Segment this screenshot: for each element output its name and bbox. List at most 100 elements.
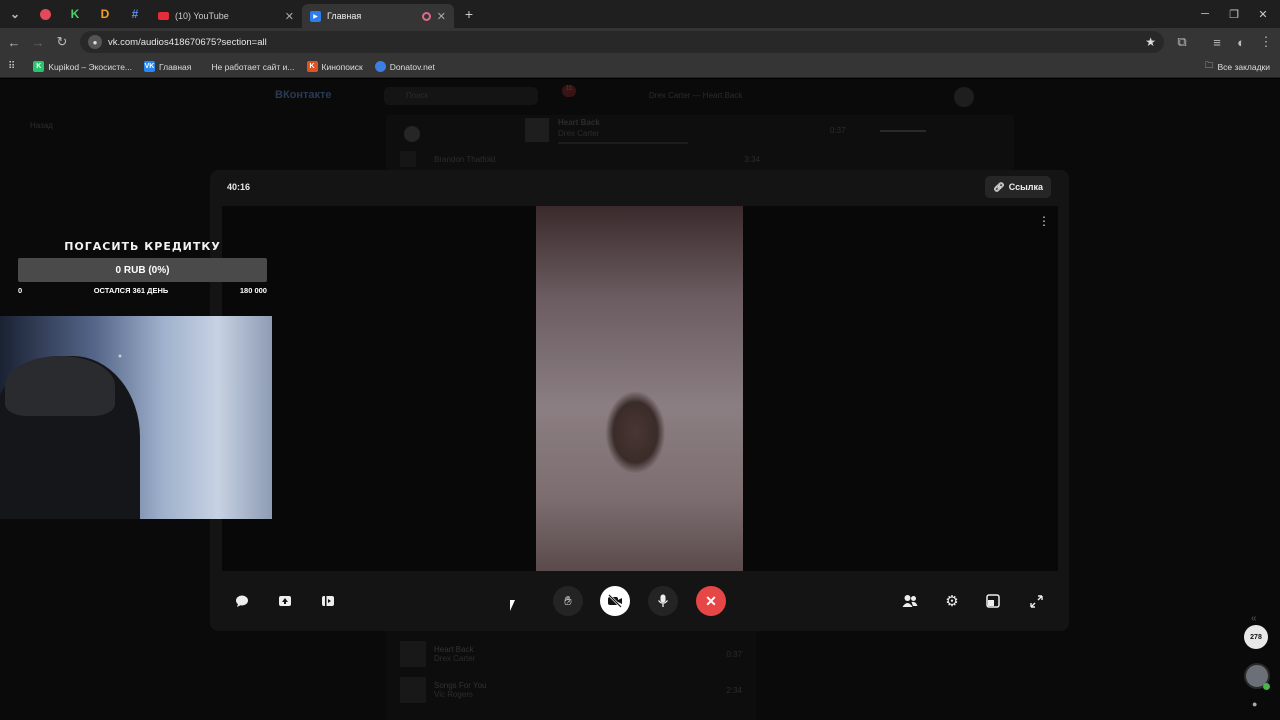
- hand-icon: ✋︎: [564, 593, 572, 608]
- goal-amount: 0 RUB (0%): [115, 264, 170, 276]
- track-artist: Vic Rogers: [434, 690, 473, 699]
- address-bar[interactable]: ● vk.com/audios418670675?section=all ★: [80, 31, 1164, 53]
- goal-progress-bar: 0 RUB (0%): [18, 258, 267, 282]
- settings-gear-icon[interactable]: ⚙: [942, 591, 962, 611]
- tab-youtube[interactable]: (10) YouTube ✕: [150, 4, 302, 28]
- microphone-button[interactable]: [648, 586, 678, 616]
- avatar[interactable]: [954, 87, 974, 107]
- more-options-icon[interactable]: ⋮: [1038, 214, 1050, 228]
- pinned-tab-4[interactable]: #: [120, 3, 150, 25]
- progress-bar[interactable]: [558, 142, 688, 144]
- link-icon: 🔗︎: [993, 181, 1005, 192]
- bookmark-vk[interactable]: VK Главная: [144, 61, 191, 72]
- track-duration: 3:34: [744, 154, 760, 164]
- chat-icon[interactable]: [232, 591, 252, 611]
- bookmark-label: Donatov.net: [389, 61, 435, 72]
- back-button[interactable]: ←: [2, 30, 26, 54]
- forward-button[interactable]: →: [26, 30, 50, 54]
- list-item[interactable]: Songs For You Vic Rogers 2:34: [400, 677, 754, 703]
- track-duration: 0:37: [726, 649, 742, 659]
- chat-count-badge: 278: [1250, 633, 1262, 641]
- close-icon[interactable]: ✕: [437, 10, 446, 23]
- copy-link-button[interactable]: 🔗︎ Ссылка: [985, 176, 1051, 198]
- bookmark-kupikod[interactable]: K Kupikod – Экосисте...: [33, 61, 132, 72]
- track-title: Brandon Thatfold: [434, 154, 496, 164]
- back-link[interactable]: Назад: [30, 121, 53, 130]
- record-icon: [39, 8, 51, 20]
- list-item[interactable]: Heart Back Drex Carter 0:37: [400, 641, 754, 667]
- profile-icon[interactable]: ◐: [1229, 30, 1253, 54]
- pinned-tab-3[interactable]: D: [90, 3, 120, 25]
- collapse-chevron-icon[interactable]: «: [1251, 613, 1257, 624]
- album-cover: [525, 118, 549, 142]
- pinned-tab-1[interactable]: [30, 3, 60, 25]
- site-info-icon[interactable]: ●: [88, 35, 102, 49]
- bookmark-star-icon[interactable]: ★: [1145, 35, 1156, 49]
- play-pause-button[interactable]: [404, 126, 420, 142]
- kupikod-icon: K: [33, 61, 45, 72]
- tab-label: (10) YouTube: [175, 11, 229, 21]
- close-icon[interactable]: ✕: [285, 10, 294, 23]
- link-label: Ссылка: [1008, 182, 1043, 192]
- bookmark-label: Не работает сайт и...: [211, 61, 295, 72]
- video-call-window: 40:16 🔗︎ Ссылка ⋮ ✋︎ ✕ ⚙: [210, 170, 1069, 631]
- donation-goal-widget: ПОГАСИТЬ КРЕДИТКУ 0 RUB (0%) 0 ОСТАЛСЯ 3…: [18, 240, 267, 295]
- donatov-icon: [374, 61, 386, 72]
- participant-video[interactable]: [536, 206, 743, 571]
- hash-icon: #: [131, 7, 139, 21]
- tab-search-button[interactable]: ⌄: [0, 3, 30, 25]
- record-indicator-icon: [421, 11, 431, 21]
- volume-slider[interactable]: [880, 130, 926, 132]
- bookmark-donatov[interactable]: Donatov.net: [374, 61, 435, 72]
- d-logo-icon: D: [100, 7, 110, 21]
- apps-icon[interactable]: ⠿: [8, 61, 15, 72]
- tab-label: Главная: [327, 11, 362, 21]
- play-icon: ▶: [310, 10, 321, 22]
- media-icon[interactable]: ≡: [1205, 30, 1229, 54]
- kinopoisk-icon: K: [306, 61, 318, 72]
- list-item[interactable]: Brandon Thatfold 3:34: [400, 151, 760, 167]
- url-text: vk.com/audios418670675?section=all: [108, 36, 267, 48]
- chats-button[interactable]: 278: [1244, 625, 1268, 649]
- player-track-title: Heart Back: [558, 118, 600, 127]
- picture-in-picture-icon[interactable]: [983, 591, 1003, 611]
- camera-toggle-button[interactable]: [600, 586, 630, 616]
- call-timer: 40:16: [227, 182, 251, 192]
- streamer-cap: [5, 356, 115, 416]
- goal-max: 180 000: [239, 286, 267, 295]
- pinned-tab-2[interactable]: K: [60, 3, 90, 25]
- goal-labels: 0 ОСТАЛСЯ 361 ДЕНЬ 180 000: [18, 286, 267, 295]
- raise-hand-button[interactable]: ✋︎: [553, 586, 583, 616]
- close-window-button[interactable]: ✕: [1246, 0, 1280, 28]
- header-now-playing: Drex Carter — Heart Back: [649, 91, 743, 100]
- participants-icon[interactable]: [900, 591, 920, 611]
- goal-title: ПОГАСИТЬ КРЕДИТКУ: [64, 240, 221, 253]
- reload-button[interactable]: ↻: [50, 30, 74, 54]
- video-stage: ⋮: [222, 206, 1058, 571]
- bookmark-kinopoisk[interactable]: K Кинопоиск: [306, 61, 363, 72]
- vk-logo: ВКонтакте: [275, 89, 332, 101]
- bookmarks-bar: ⠿ K Kupikod – Экосисте... VK Главная Не ра…: [0, 56, 1280, 78]
- goal-remaining: ОСТАЛСЯ 361 ДЕНЬ: [93, 286, 169, 295]
- bookmark-label: Кинопоиск: [321, 61, 363, 72]
- tab-vk[interactable]: ▶ Главная ✕: [302, 4, 454, 28]
- record-icon[interactable]: [318, 591, 338, 611]
- youtube-icon: [158, 12, 169, 20]
- bookmark-label: Главная: [159, 61, 192, 72]
- message-icon[interactable]: ●: [1252, 699, 1257, 709]
- vk-icon: VK: [144, 61, 156, 72]
- new-tab-button[interactable]: +: [454, 3, 484, 25]
- end-call-button[interactable]: ✕: [696, 586, 726, 616]
- notification-badge[interactable]: 11: [562, 85, 576, 97]
- search-input[interactable]: Поиск: [384, 87, 538, 105]
- track-list-bottom: Heart Back Drex Carter 0:37 Songs For Yo…: [386, 619, 756, 720]
- extensions-icon[interactable]: ⧉: [1170, 30, 1194, 54]
- bookmark-not-working[interactable]: Не работает сайт и...: [211, 62, 294, 72]
- fullscreen-icon[interactable]: [1026, 591, 1046, 611]
- k-logo-icon: K: [70, 7, 80, 21]
- all-bookmarks[interactable]: 🗀 Все закладки: [1205, 60, 1270, 74]
- microphone-icon: [657, 594, 669, 607]
- player-artist: Drex Carter: [558, 129, 600, 138]
- menu-icon[interactable]: ⋮: [1254, 30, 1278, 54]
- screen-share-icon[interactable]: [275, 591, 295, 611]
